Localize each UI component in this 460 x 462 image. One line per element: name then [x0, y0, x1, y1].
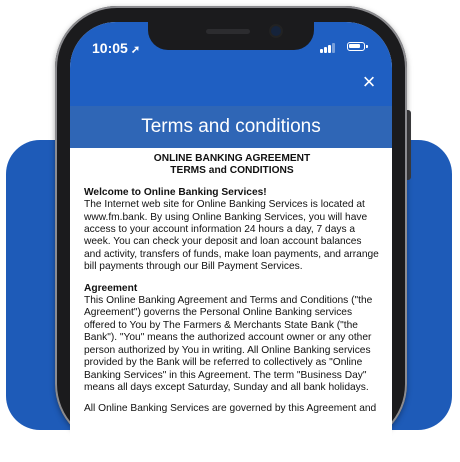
speaker-grille: [206, 29, 250, 34]
document-heading: ONLINE BANKING AGREEMENT TERMS and CONDI…: [84, 153, 380, 178]
section-title-welcome: Welcome to Online Banking Services!: [84, 186, 267, 198]
section-body-agreement: This Online Banking Agreement and Terms …: [84, 295, 373, 393]
close-icon[interactable]: ×: [359, 71, 379, 93]
phone-notch: [148, 22, 314, 50]
phone-frame: 10:05 ➚ × Terms and conditions ONLINE BAN…: [55, 6, 407, 462]
phone-side-button: [407, 110, 411, 180]
location-arrow-icon: ➚: [130, 44, 141, 56]
phone-screen: 10:05 ➚ × Terms and conditions ONLINE BAN…: [70, 22, 392, 462]
cellular-signal-icon: [320, 42, 338, 53]
front-camera: [271, 26, 281, 36]
document-heading-line2: TERMS and CONDITIONS: [170, 165, 294, 177]
battery-icon: [347, 42, 368, 51]
status-time: 10:05 ➚: [92, 40, 140, 56]
section-title-agreement: Agreement: [84, 282, 138, 294]
trailing-paragraph: All Online Banking Services are governed…: [84, 403, 377, 415]
section-body-welcome: The Internet web site for Online Banking…: [84, 199, 379, 273]
document-heading-line1: ONLINE BANKING AGREEMENT: [153, 153, 311, 164]
page-title: Terms and conditions: [70, 106, 392, 148]
status-time-text: 10:05: [92, 40, 128, 56]
terms-document[interactable]: ONLINE BANKING AGREEMENT TERMS and CONDI…: [84, 153, 380, 425]
